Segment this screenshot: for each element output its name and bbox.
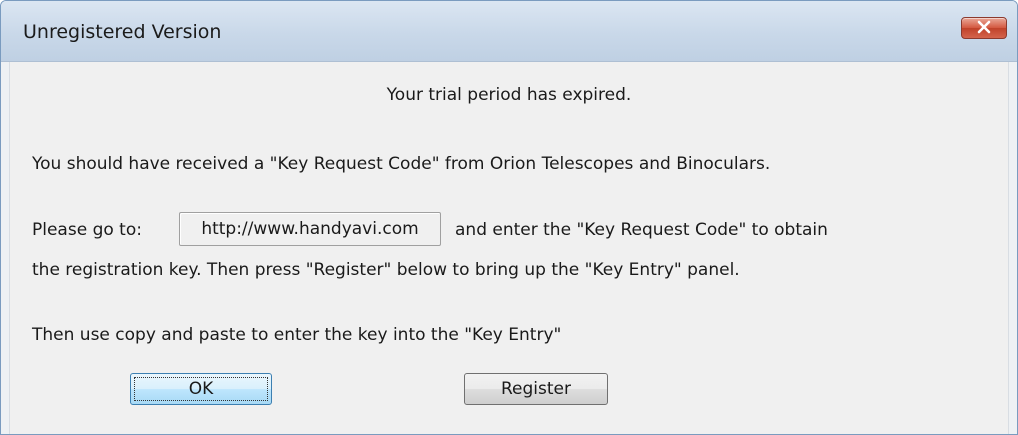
register-button[interactable]: Register <box>464 373 608 405</box>
trial-expired-text: Your trial period has expired. <box>386 85 632 105</box>
copy-paste-instruction-text: Then use copy and paste to enter the key… <box>32 325 562 345</box>
key-request-info-text: You should have received a "Key Request … <box>32 154 771 174</box>
go-to-suffix-text: and enter the "Key Request Code" to obta… <box>455 220 828 240</box>
dialog-window: Unregistered Version Your trial period h… <box>0 0 1018 435</box>
registration-instruction-text: the registration key. Then press "Regist… <box>32 260 740 280</box>
title-bar[interactable]: Unregistered Version <box>1 1 1017 62</box>
register-button-label: Register <box>501 379 571 399</box>
dialog-body: Your trial period has expired. You shoul… <box>9 62 1009 434</box>
go-to-prefix-text: Please go to: <box>32 220 142 240</box>
focus-rectangle <box>134 377 268 401</box>
ok-button[interactable]: OK <box>130 373 272 405</box>
window-title: Unregistered Version <box>23 21 222 43</box>
close-icon <box>976 19 992 38</box>
close-button[interactable] <box>961 17 1007 39</box>
website-link-button[interactable]: http://www.handyavi.com <box>179 212 441 246</box>
